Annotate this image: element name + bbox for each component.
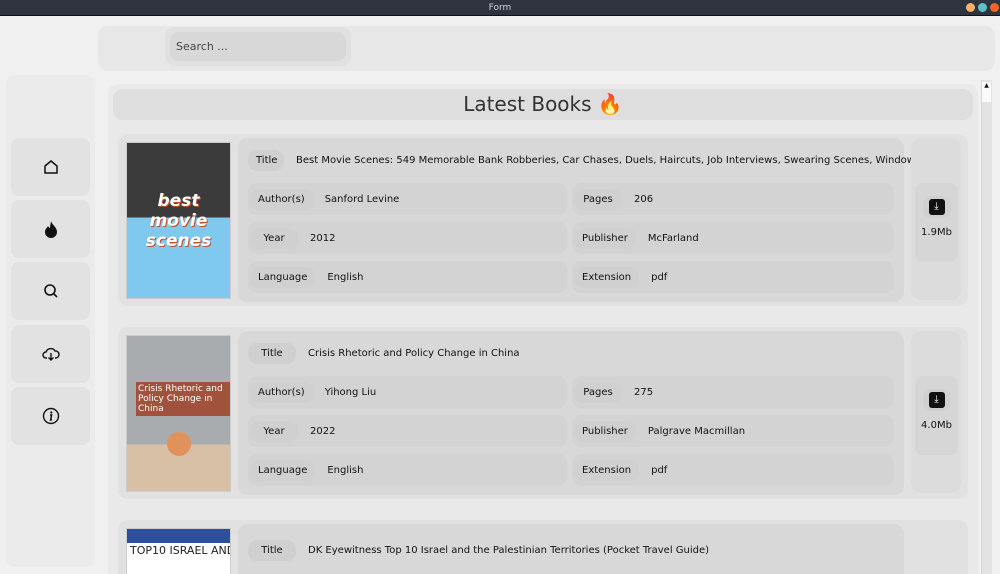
book-cover[interactable]: Crisis Rhetoric and Policy Change in Chi… xyxy=(126,335,231,492)
home-icon xyxy=(43,160,58,174)
publisher-label: Publisher xyxy=(574,420,636,442)
cloud-download-icon xyxy=(41,347,60,361)
book-card: Crisis Rhetoric and Policy Change in Chi… xyxy=(118,327,968,499)
book-year: 2012 xyxy=(310,232,336,244)
download-icon: ⤓ xyxy=(928,392,945,408)
download-button[interactable]: ⤓ xyxy=(922,196,951,218)
extension-label: Extension xyxy=(574,459,640,481)
top-header xyxy=(98,26,995,71)
sidebar-item-downloads[interactable] xyxy=(11,325,90,383)
search-icon xyxy=(43,284,58,298)
book-pages: 206 xyxy=(634,193,654,205)
year-label: Year xyxy=(250,227,298,249)
title-label: Title xyxy=(248,149,284,171)
book-publisher: McFarland xyxy=(647,232,699,244)
book-cover[interactable]: best movie scenes xyxy=(126,142,231,299)
publisher-label: Publisher xyxy=(574,227,636,249)
search-input[interactable] xyxy=(170,32,346,61)
language-label: Language xyxy=(250,266,316,288)
author-label: Author(s) xyxy=(250,188,313,210)
window-title: Form xyxy=(488,3,512,13)
book-extension: pdf xyxy=(651,464,668,476)
book-publisher: Palgrave Macmillan xyxy=(647,425,746,437)
sidebar-item-search[interactable] xyxy=(11,262,90,320)
minimize-button[interactable] xyxy=(966,3,975,12)
year-label: Year xyxy=(250,420,298,442)
download-button[interactable]: ⤓ xyxy=(922,389,951,411)
maximize-button[interactable] xyxy=(978,3,987,12)
sidebar-item-home[interactable] xyxy=(11,138,90,196)
title-label: Title xyxy=(248,342,296,364)
file-size: 1.9Mb xyxy=(921,227,952,238)
book-cover[interactable]: TOP10 ISRAEL AND xyxy=(126,528,231,574)
book-info: Title Crisis Rhetoric and Policy Change i… xyxy=(238,331,904,495)
pages-label: Pages xyxy=(574,188,622,210)
book-language: English xyxy=(327,271,364,283)
window-titlebar: Form xyxy=(0,0,1000,16)
latest-books-panel: Latest Books 🔥 best movie scenes Title Be… xyxy=(108,84,978,574)
book-info: Title DK Eyewitness Top 10 Israel and the… xyxy=(238,524,904,574)
cover-title: TOP10 ISRAEL AND xyxy=(130,544,231,557)
download-panel: ⤓ 4.0Mb xyxy=(911,331,961,493)
scroll-up-arrow[interactable]: ▲ xyxy=(982,82,991,102)
download-icon: ⤓ xyxy=(928,199,945,215)
sidebar xyxy=(6,75,95,567)
cover-title: best movie scenes xyxy=(145,191,212,251)
search-box xyxy=(165,27,351,66)
book-title: Crisis Rhetoric and Policy Change in Chi… xyxy=(308,347,520,359)
book-info: Title Best Movie Scenes: 549 Memorable Ba… xyxy=(238,138,936,302)
book-pages: 275 xyxy=(634,386,654,398)
book-title: Best Movie Scenes: 549 Memorable Bank Ro… xyxy=(296,154,937,166)
book-card: TOP10 ISRAEL AND Title DK Eyewitness Top … xyxy=(118,520,968,574)
sidebar-item-about[interactable] xyxy=(11,387,90,445)
sidebar-item-latest[interactable] xyxy=(11,200,90,258)
book-year: 2022 xyxy=(310,425,336,437)
flame-icon xyxy=(44,221,57,238)
book-extension: pdf xyxy=(651,271,668,283)
download-panel: ⤓ 1.9Mb xyxy=(911,138,961,300)
extension-label: Extension xyxy=(574,266,640,288)
language-label: Language xyxy=(250,459,316,481)
book-author: Sanford Levine xyxy=(324,193,400,205)
close-button[interactable] xyxy=(990,3,999,12)
info-icon xyxy=(42,407,59,425)
book-author: Yihong Liu xyxy=(324,386,377,398)
author-label: Author(s) xyxy=(250,381,313,403)
cover-title: Crisis Rhetoric and Policy Change in Chi… xyxy=(136,382,230,416)
scrollbar[interactable]: ▲ xyxy=(981,80,992,574)
title-label: Title xyxy=(248,539,296,561)
file-size: 4.0Mb xyxy=(921,420,952,431)
book-language: English xyxy=(327,464,364,476)
pages-label: Pages xyxy=(574,381,622,403)
book-card: best movie scenes Title Best Movie Scenes… xyxy=(118,134,968,306)
page-title: Latest Books 🔥 xyxy=(113,89,973,120)
book-title: DK Eyewitness Top 10 Israel and the Pale… xyxy=(308,544,710,556)
